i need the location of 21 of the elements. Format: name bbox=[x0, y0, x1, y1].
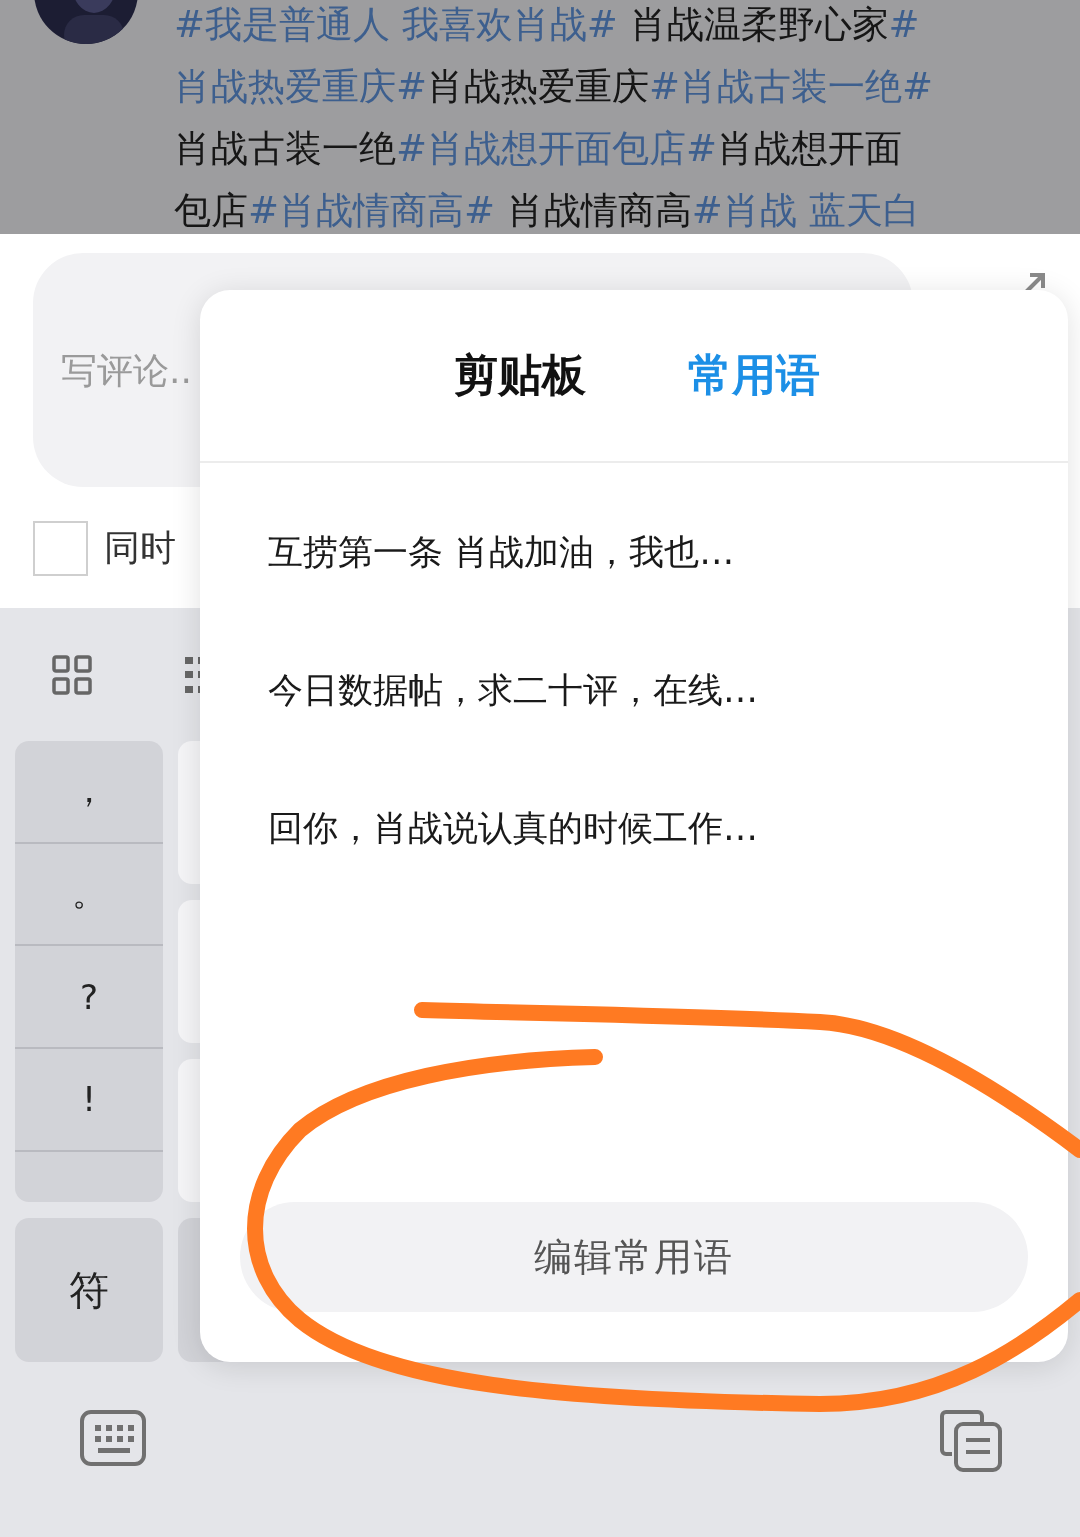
phrase-item[interactable]: 回你，肖战说认真的时候工作… bbox=[268, 807, 1068, 849]
phrase-item[interactable]: 今日数据帖，求二十评，在线… bbox=[268, 669, 1068, 711]
punctuation-key[interactable]: 。 bbox=[15, 843, 163, 947]
punctuation-key[interactable]: ! bbox=[15, 1049, 163, 1152]
post-text: 包店 bbox=[174, 189, 248, 232]
phrase-item[interactable]: 互捞第一条 肖战加油，我也… bbox=[268, 531, 1068, 573]
punctuation-key[interactable]: ? bbox=[15, 946, 163, 1049]
keyboard-icon[interactable] bbox=[80, 1410, 146, 1466]
clipboard-icon[interactable] bbox=[940, 1410, 1002, 1472]
post-text: 肖战情商高 bbox=[505, 189, 692, 232]
post-text: 肖战古装一绝 bbox=[174, 127, 396, 170]
post-text: 肖战热爱重庆 bbox=[427, 65, 649, 108]
symbol-key[interactable]: 符 bbox=[15, 1218, 163, 1362]
post-text: 肖战温柔野心家 bbox=[628, 3, 889, 46]
checkbox-label: 同时 bbox=[104, 526, 176, 570]
grid-icon bbox=[52, 655, 92, 695]
punctuation-key[interactable]: ， bbox=[15, 741, 163, 844]
post-text: 肖战想开面 bbox=[717, 127, 902, 170]
edit-phrases-button[interactable]: 编辑常用语 bbox=[240, 1202, 1028, 1312]
tab[interactable]: 剪贴板 bbox=[454, 346, 586, 405]
checkbox[interactable] bbox=[33, 521, 88, 576]
